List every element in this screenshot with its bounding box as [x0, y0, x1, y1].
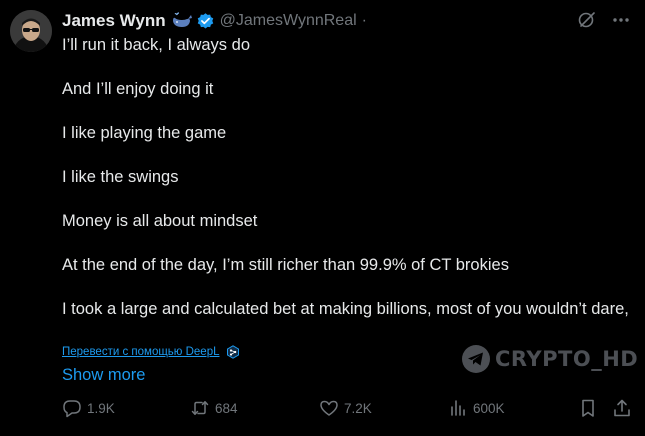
- tweet-line: I took a large and calculated bet at mak…: [62, 300, 629, 318]
- verified-badge-icon: [196, 12, 215, 31]
- translate-link[interactable]: Перевести с помощью DeepL: [62, 346, 220, 358]
- views-button[interactable]: 600K: [448, 398, 505, 418]
- share-button[interactable]: [612, 398, 637, 418]
- avatar[interactable]: [10, 10, 52, 52]
- author-handle[interactable]: @JamesWynnReal: [220, 12, 357, 30]
- watermark-text: CRYPTO_HD: [495, 347, 639, 371]
- retweet-icon: [190, 398, 210, 418]
- separator-dot: ·: [361, 12, 367, 29]
- tweet-card: James Wynn @JamesWynnReal · I’ll run it …: [0, 0, 645, 436]
- more-icon[interactable]: [611, 10, 631, 30]
- translate-row: Перевести с помощью DeepL: [62, 345, 240, 359]
- reply-icon: [62, 398, 82, 418]
- like-button[interactable]: 7.2K: [319, 398, 372, 418]
- tweet-actions: 1.9K 684 7.2K 600K: [62, 398, 632, 422]
- tweet-text: I’ll run it back, I always do And I’ll e…: [62, 34, 632, 320]
- views-count: 600K: [473, 400, 505, 416]
- tweet-line: At the end of the day, I’m still richer …: [62, 256, 509, 274]
- tweet-line: And I’ll enjoy doing it: [62, 80, 214, 98]
- deepl-icon: [226, 345, 240, 359]
- heart-icon: [319, 398, 339, 418]
- tweet-line: I like the swings: [62, 168, 179, 186]
- tweet-line: Money is all about mindset: [62, 212, 258, 230]
- like-count: 7.2K: [344, 400, 372, 416]
- tweet-top-actions: [577, 10, 631, 30]
- whale-icon: [171, 12, 193, 30]
- analytics-icon: [448, 398, 468, 418]
- tweet-line: I like playing the game: [62, 124, 227, 142]
- tweet-line: I’ll run it back, I always do: [62, 36, 250, 54]
- retweet-count: 684: [215, 400, 238, 416]
- watermark: CRYPTO_HD: [461, 344, 638, 374]
- show-more-link[interactable]: Show more: [62, 366, 145, 385]
- retweet-button[interactable]: 684: [190, 398, 238, 418]
- grok-icon[interactable]: [577, 10, 597, 30]
- telegram-icon: [461, 344, 491, 374]
- reply-button[interactable]: 1.9K: [62, 398, 115, 418]
- bookmark-button[interactable]: [578, 398, 603, 418]
- share-icon: [612, 398, 632, 418]
- tweet-header: James Wynn @JamesWynnReal ·: [62, 10, 367, 32]
- reply-count: 1.9K: [87, 400, 115, 416]
- author-name[interactable]: James Wynn: [62, 11, 166, 31]
- bookmark-icon: [578, 398, 598, 418]
